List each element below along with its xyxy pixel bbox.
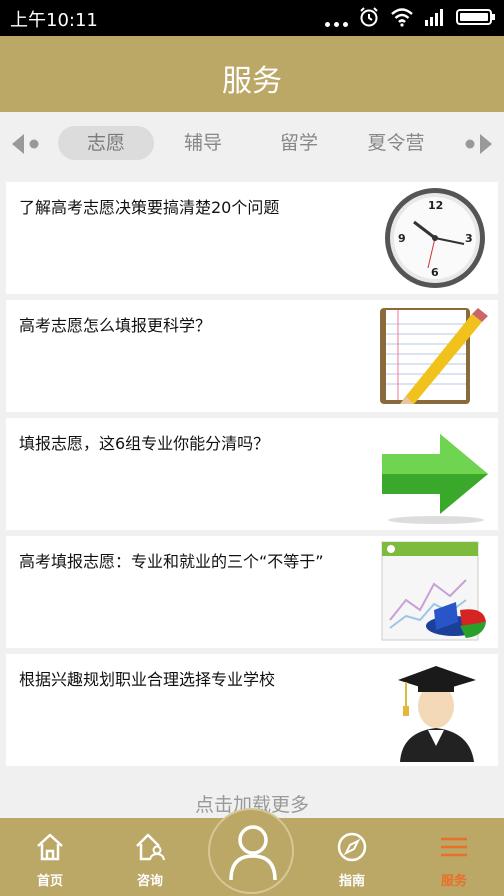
article-card[interactable]: 高考志愿怎么填报更科学？ — [6, 300, 498, 412]
notepad-pencil-icon — [380, 308, 488, 404]
nav-home[interactable]: 首页 — [0, 818, 100, 896]
chart-icon — [381, 541, 486, 641]
article-card[interactable]: 根据兴趣规划职业合理选择专业学校 — [6, 654, 498, 766]
article-list: 了解高考志愿决策要搞清楚20个问题 12 3 6 9 高考志愿怎么填报更科学？ — [6, 182, 498, 772]
home-icon — [37, 833, 63, 861]
nav-consult-label: 咨询 — [136, 874, 163, 889]
clock-icon: 12 3 6 9 — [385, 188, 485, 288]
article-title: 填报志愿，这6组专业你能分清吗？ — [19, 434, 270, 453]
nav-guide-label: 指南 — [338, 874, 365, 889]
article-title: 高考志愿怎么填报更科学？ — [19, 316, 212, 335]
wifi-icon — [391, 8, 413, 27]
consult-icon — [136, 833, 165, 861]
nav-service[interactable]: 服务 — [404, 818, 504, 896]
more-dots-icon — [325, 7, 348, 27]
status-icons — [325, 6, 496, 28]
scroll-right-icon[interactable] — [464, 132, 494, 156]
alarm-icon — [360, 7, 378, 27]
article-title: 根据兴趣规划职业合理选择专业学校 — [19, 670, 276, 689]
article-title: 了解高考志愿决策要搞清楚20个问题 — [19, 198, 280, 217]
article-card[interactable]: 了解高考志愿决策要搞清楚20个问题 12 3 6 9 — [6, 182, 498, 294]
compass-icon — [337, 832, 367, 862]
svg-text:3: 3 — [465, 232, 473, 245]
graduate-icon — [398, 666, 476, 762]
user-icon — [229, 825, 277, 881]
nav-guide[interactable]: 指南 — [302, 818, 402, 896]
nav-home-label: 首页 — [36, 874, 63, 889]
menu-icon — [441, 837, 467, 857]
battery-icon — [456, 9, 495, 25]
tab-study-abroad[interactable]: 留学 — [251, 126, 347, 160]
status-time: 上午10:11 — [10, 10, 98, 31]
svg-text:12: 12 — [428, 199, 443, 212]
article-card[interactable]: 填报志愿，这6组专业你能分清吗？ — [6, 418, 498, 530]
nav-service-label: 服务 — [440, 874, 467, 889]
status-bar: 上午10:11 — [0, 0, 504, 36]
tab-volunteer[interactable]: 志愿 — [58, 126, 154, 160]
nav-consult[interactable]: 咨询 — [100, 818, 200, 896]
green-arrow-icon — [382, 434, 488, 524]
tab-tutoring[interactable]: 辅导 — [155, 126, 251, 160]
article-title: 高考填报志愿：专业和就业的三个“不等于” — [19, 552, 324, 571]
app-header: 服务 — [0, 36, 504, 112]
svg-text:6: 6 — [431, 266, 439, 279]
signal-icon — [425, 9, 443, 26]
page-title: 服务 — [222, 64, 282, 99]
article-card[interactable]: 高考填报志愿：专业和就业的三个“不等于” — [6, 536, 498, 648]
profile-button[interactable] — [208, 808, 294, 894]
tab-summer-camp[interactable]: 夏令营 — [348, 126, 444, 160]
svg-text:9: 9 — [398, 232, 406, 245]
category-tabs: 志愿 辅导 留学 夏令营 — [0, 112, 504, 174]
scroll-left-icon[interactable] — [10, 132, 40, 156]
